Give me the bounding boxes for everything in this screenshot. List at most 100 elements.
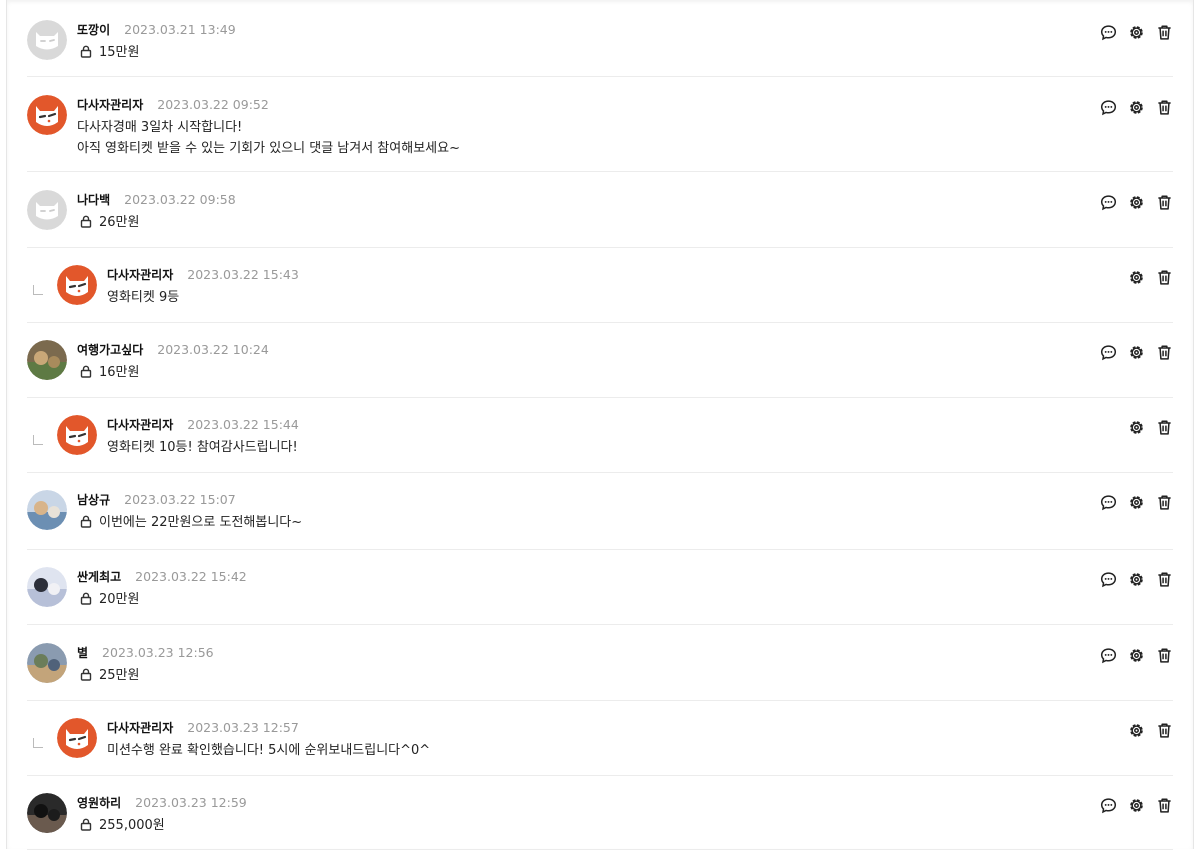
gear-icon[interactable]: [1128, 344, 1145, 361]
comment-text: 25만원: [99, 668, 140, 683]
comment-date: 2023.03.23 12:59: [135, 795, 247, 810]
comment-actions: [1128, 722, 1173, 739]
gear-icon[interactable]: [1128, 494, 1145, 511]
comment-item: 다사자관리자 2023.03.22 09:52 다사자경매 3일차 시작합니다! 아직…: [27, 95, 1173, 172]
comment-date: 2023.03.22 10:24: [157, 342, 269, 357]
gear-icon[interactable]: [1128, 419, 1145, 436]
trash-icon[interactable]: [1156, 99, 1173, 116]
comment-author[interactable]: 싼게최고: [77, 570, 121, 584]
comment-actions: [1128, 419, 1173, 436]
comment-author[interactable]: 다사자관리자: [107, 268, 173, 282]
trash-icon[interactable]: [1156, 419, 1173, 436]
comment-body: 255,000원: [77, 815, 165, 838]
comment-actions: [1100, 494, 1173, 511]
gear-icon[interactable]: [1128, 722, 1145, 739]
avatar[interactable]: [27, 95, 67, 135]
avatar[interactable]: [27, 190, 67, 230]
chat-bubble-icon[interactable]: [1100, 647, 1117, 664]
avatar[interactable]: [27, 20, 67, 60]
chat-bubble-icon[interactable]: [1100, 194, 1117, 211]
gear-icon[interactable]: [1128, 647, 1145, 664]
reply-item: 다사자관리자 2023.03.22 15:43 영화티켓 9등: [27, 265, 1173, 323]
comment-date: 2023.03.23 12:57: [187, 720, 299, 735]
avatar[interactable]: [27, 567, 67, 607]
comment-body: 20만원: [77, 589, 139, 612]
comment-author[interactable]: 다사자관리자: [107, 721, 173, 735]
avatar[interactable]: [57, 718, 97, 758]
gear-icon[interactable]: [1128, 99, 1145, 116]
chat-bubble-icon[interactable]: [1100, 797, 1117, 814]
comment-body: 15만원: [77, 42, 139, 65]
comment-text: 미션수행 완료 확인했습니다! 5시에 순위보내드립니다^0^: [107, 743, 431, 758]
comment-body: 다사자경매 3일차 시작합니다! 아직 영화티켓 받을 수 있는 기회가 있으니 …: [77, 117, 460, 159]
chat-bubble-icon[interactable]: [1100, 24, 1117, 41]
avatar[interactable]: [27, 490, 67, 530]
comment-body: 영화티켓 10등! 참여감사드립니다!: [107, 437, 298, 458]
trash-icon[interactable]: [1156, 722, 1173, 739]
lock-icon: [80, 591, 92, 612]
trash-icon[interactable]: [1156, 647, 1173, 664]
lock-icon: [80, 817, 92, 838]
gear-icon[interactable]: [1128, 797, 1145, 814]
comment-text: 15만원: [99, 45, 140, 60]
comment-text: 영화티켓 9등: [107, 290, 180, 305]
trash-icon[interactable]: [1156, 24, 1173, 41]
trash-icon[interactable]: [1156, 344, 1173, 361]
gear-icon[interactable]: [1128, 24, 1145, 41]
comment-actions: [1100, 24, 1173, 41]
comment-actions: [1128, 269, 1173, 286]
comment-author[interactable]: 다사자관리자: [77, 98, 143, 112]
comment-author[interactable]: 영원하리: [77, 796, 121, 810]
gear-icon[interactable]: [1128, 269, 1145, 286]
comment-item: 남상규 2023.03.22 15:07 이번에는 22만원으로 도전해봅니다~: [27, 490, 1173, 550]
comment-text: 255,000원: [99, 818, 165, 833]
comment-actions: [1100, 344, 1173, 361]
comment-item: 영원하리 2023.03.23 12:59 255,000원: [27, 793, 1173, 850]
avatar[interactable]: [57, 415, 97, 455]
comment-actions: [1100, 99, 1173, 116]
avatar[interactable]: [57, 265, 97, 305]
trash-icon[interactable]: [1156, 269, 1173, 286]
comment-date: 2023.03.22 15:07: [124, 492, 236, 507]
comment-author[interactable]: 나다백: [77, 193, 110, 207]
comment-date: 2023.03.21 13:49: [124, 22, 236, 37]
lock-icon: [80, 667, 92, 688]
comment-body: 이번에는 22만원으로 도전해봅니다~: [77, 512, 302, 535]
reply-indicator-icon: [33, 435, 43, 445]
chat-bubble-icon[interactable]: [1100, 494, 1117, 511]
lock-icon: [80, 214, 92, 235]
comment-item: 나다백 2023.03.22 09:58 26만원: [27, 190, 1173, 248]
comment-author[interactable]: 또깡이: [77, 23, 110, 37]
comment-author[interactable]: 여행가고싶다: [77, 343, 143, 357]
trash-icon[interactable]: [1156, 571, 1173, 588]
avatar[interactable]: [27, 643, 67, 683]
trash-icon[interactable]: [1156, 797, 1173, 814]
lock-icon: [80, 514, 92, 535]
comment-date: 2023.03.23 12:56: [102, 645, 214, 660]
comment-actions: [1100, 647, 1173, 664]
comment-actions: [1100, 571, 1173, 588]
comment-author[interactable]: 남상규: [77, 493, 110, 507]
comment-text: 아직 영화티켓 받을 수 있는 기회가 있으니 댓글 남겨서 참여해보세요~: [77, 141, 460, 156]
avatar[interactable]: [27, 340, 67, 380]
comment-actions: [1100, 194, 1173, 211]
comment-date: 2023.03.22 15:43: [187, 267, 299, 282]
chat-bubble-icon[interactable]: [1100, 571, 1117, 588]
comment-author[interactable]: 별: [77, 646, 88, 660]
comment-date: 2023.03.22 15:42: [135, 569, 247, 584]
comment-body: 16만원: [77, 362, 139, 385]
chat-bubble-icon[interactable]: [1100, 344, 1117, 361]
comment-date: 2023.03.22 09:58: [124, 192, 236, 207]
comment-item: 여행가고싶다 2023.03.22 10:24 16만원: [27, 340, 1173, 398]
avatar[interactable]: [27, 793, 67, 833]
trash-icon[interactable]: [1156, 494, 1173, 511]
comment-actions: [1100, 797, 1173, 814]
chat-bubble-icon[interactable]: [1100, 99, 1117, 116]
gear-icon[interactable]: [1128, 194, 1145, 211]
comment-body: 미션수행 완료 확인했습니다! 5시에 순위보내드립니다^0^: [107, 740, 430, 761]
comment-body: 25만원: [77, 665, 139, 688]
trash-icon[interactable]: [1156, 194, 1173, 211]
gear-icon[interactable]: [1128, 571, 1145, 588]
lock-icon: [80, 364, 92, 385]
comment-author[interactable]: 다사자관리자: [107, 418, 173, 432]
